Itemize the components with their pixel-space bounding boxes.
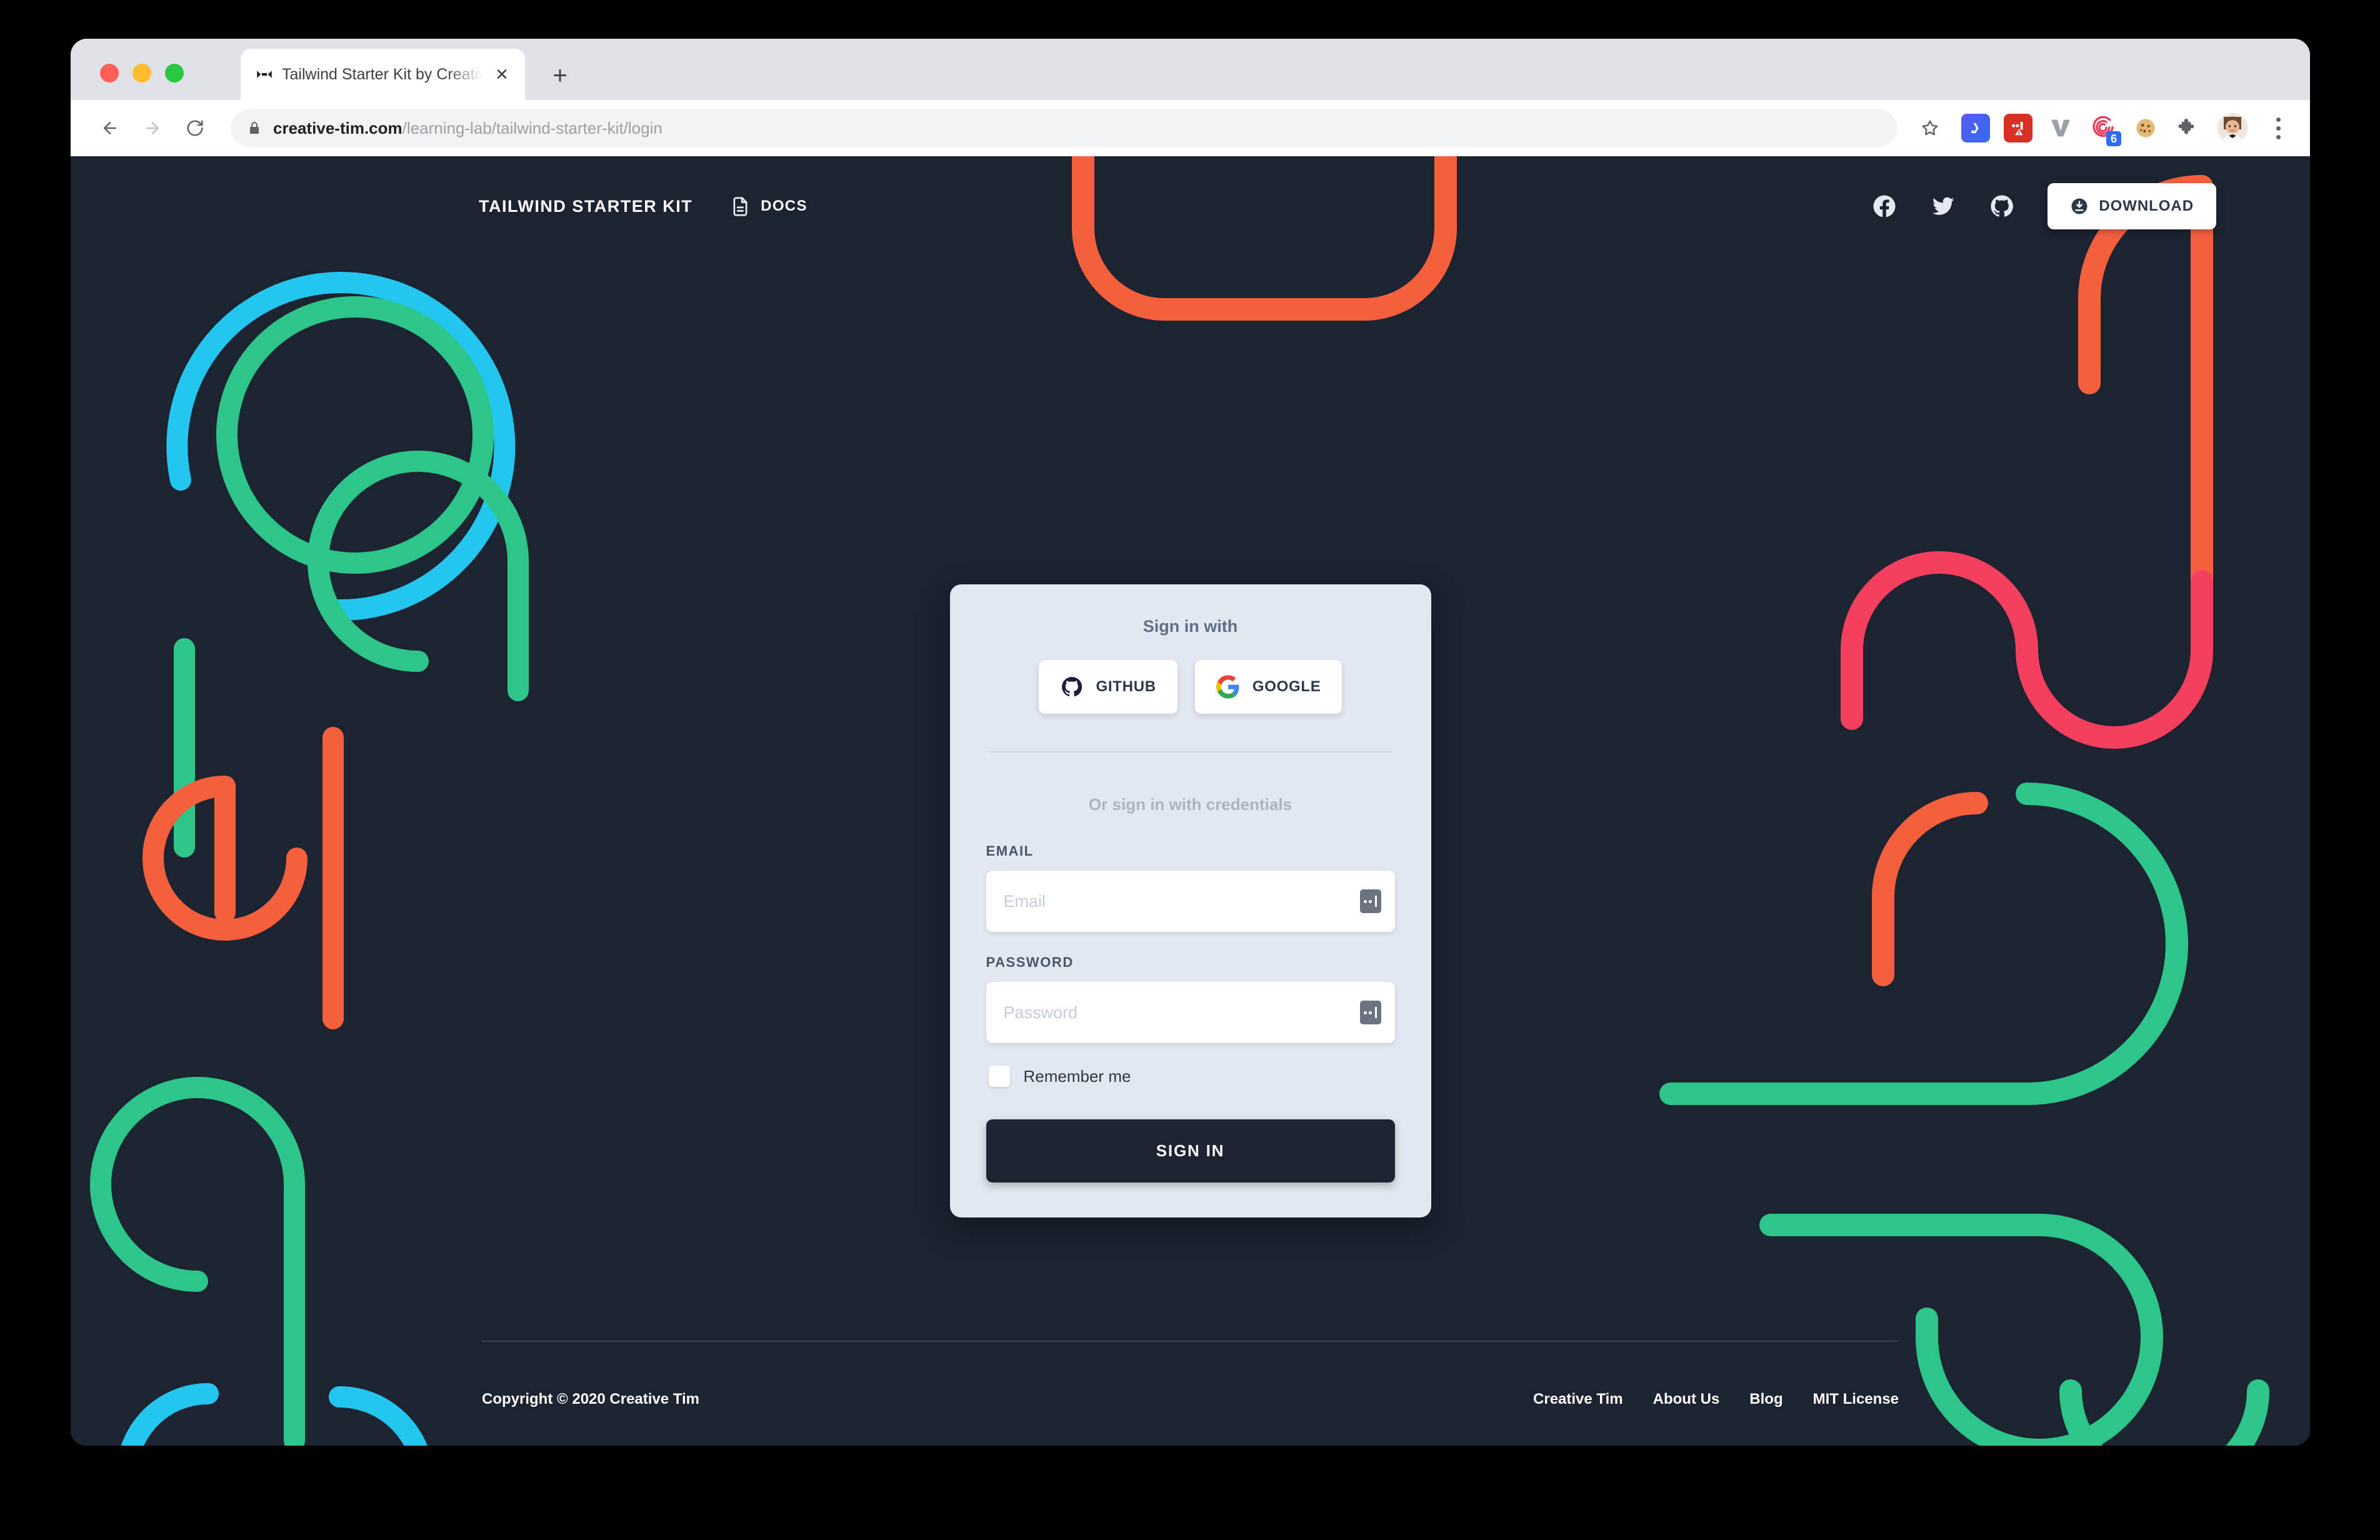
remember-me-label: Remember me [1023, 1066, 1131, 1086]
browser-tab-title: Tailwind Starter Kit by Creative Tim [282, 65, 482, 83]
address-bar-url: creative-tim.com/learning-lab/tailwind-s… [273, 119, 662, 138]
login-card-title: Sign in with [1142, 617, 1238, 636]
navbar-right-group: DOWNLOAD [1871, 183, 2216, 229]
close-tab-button[interactable]: ✕ [491, 64, 512, 85]
url-domain: creative-tim.com [273, 118, 402, 138]
navbar-left-group: TAILWIND STARTER KIT DOCS [479, 196, 808, 217]
minimize-window-button[interactable] [132, 64, 151, 82]
email-field-wrapper [986, 871, 1395, 932]
sign-in-button[interactable]: SIGN IN [986, 1119, 1395, 1182]
cookie-extension-icon[interactable] [2131, 114, 2160, 142]
extension-badge-count: 6 [2106, 131, 2121, 146]
google-signin-label: GOOGLE [1252, 678, 1321, 695]
autofill-icon[interactable] [1359, 1001, 1381, 1024]
footer-links: Creative Tim About Us Blog MIT License [1533, 1391, 1899, 1408]
google-signin-button[interactable]: GOOGLE [1194, 660, 1342, 714]
download-button[interactable]: DOWNLOAD [2048, 183, 2216, 229]
nav-item-docs-label: DOCS [761, 198, 808, 214]
github-signin-button[interactable]: GITHUB [1038, 660, 1178, 714]
login-card-wrapper: Sign in with GITHUB GOOGLE Or sign in wi… [949, 584, 1431, 1218]
grammarly-extension-icon[interactable] [1961, 114, 1990, 142]
remember-me-row: Remember me [988, 1066, 1395, 1087]
address-bar[interactable]: creative-tim.com/learning-lab/tailwind-s… [231, 109, 1898, 147]
page-viewport: TAILWIND STARTER KIT DOCS DOWNLOAD Sign … [71, 156, 2310, 1446]
bowtie-favicon [257, 71, 272, 78]
footer-link-blog[interactable]: Blog [1749, 1391, 1782, 1408]
browser-window: Tailwind Starter Kit by Creative Tim ✕ +… [71, 39, 2310, 1446]
remember-me-checkbox[interactable] [988, 1066, 1010, 1087]
puzzle-extensions-icon[interactable] [2174, 114, 2202, 142]
card-divider [988, 751, 1392, 752]
document-icon [733, 196, 748, 216]
facebook-icon[interactable] [1871, 193, 1898, 219]
maximize-window-button[interactable] [165, 64, 184, 82]
browser-toolbar: creative-tim.com/learning-lab/tailwind-s… [71, 100, 2310, 156]
site-navbar: TAILWIND STARTER KIT DOCS DOWNLOAD [71, 156, 2310, 256]
github-icon [1061, 677, 1082, 697]
new-tab-button[interactable]: + [546, 61, 574, 90]
footer-link-mit-license[interactable]: MIT License [1813, 1391, 1899, 1408]
footer-link-about-us[interactable]: About Us [1653, 1391, 1720, 1408]
vimeo-v-extension-icon[interactable] [2046, 114, 2075, 142]
url-path: /learning-lab/tailwind-starter-kit/login [402, 118, 662, 138]
twitter-icon[interactable] [1930, 193, 1956, 219]
oauth-button-row: GITHUB GOOGLE [986, 660, 1395, 714]
footer-link-creative-tim[interactable]: Creative Tim [1533, 1391, 1623, 1408]
footer-divider [482, 1341, 1899, 1342]
email-input[interactable] [986, 871, 1395, 932]
github-icon[interactable] [1989, 193, 2015, 219]
adblock-warning-extension-icon[interactable] [2004, 114, 2032, 142]
bookmark-star-icon[interactable] [1912, 111, 1948, 146]
download-circle-icon [2071, 198, 2088, 214]
reload-button[interactable] [177, 110, 213, 146]
nav-item-docs[interactable]: DOCS [730, 196, 808, 217]
browser-tabstrip: Tailwind Starter Kit by Creative Tim ✕ + [71, 39, 2310, 100]
footer-row: Copyright © 2020 Creative Tim Creative T… [482, 1391, 1899, 1408]
avatar[interactable] [2218, 113, 2248, 143]
site-footer: Copyright © 2020 Creative Tim Creative T… [482, 1341, 1899, 1408]
autofill-icon[interactable] [1359, 889, 1381, 913]
password-input[interactable] [986, 982, 1395, 1043]
browser-tab[interactable]: Tailwind Starter Kit by Creative Tim ✕ [241, 49, 525, 100]
forward-button[interactable] [134, 110, 171, 146]
login-card: Sign in with GITHUB GOOGLE Or sign in wi… [949, 584, 1431, 1218]
github-signin-label: GITHUB [1096, 678, 1156, 695]
download-button-label: DOWNLOAD [2099, 198, 2194, 214]
three-dot-menu-icon[interactable] [2262, 110, 2294, 146]
credentials-note: Or sign in with credentials [1088, 795, 1292, 814]
brand-logo-text[interactable]: TAILWIND STARTER KIT [479, 197, 692, 216]
email-field-label: EMAIL [986, 843, 1034, 859]
footer-copyright: Copyright © 2020 Creative Tim [482, 1391, 700, 1408]
window-traffic-lights [100, 64, 184, 82]
lock-icon [250, 122, 259, 134]
back-button[interactable] [92, 110, 128, 146]
password-field-wrapper [986, 982, 1395, 1043]
close-window-button[interactable] [100, 64, 119, 82]
password-field-label: PASSWORD [986, 954, 1074, 970]
spiral-extension-icon[interactable]: 6 [2089, 114, 2121, 146]
google-icon [1216, 675, 1239, 699]
